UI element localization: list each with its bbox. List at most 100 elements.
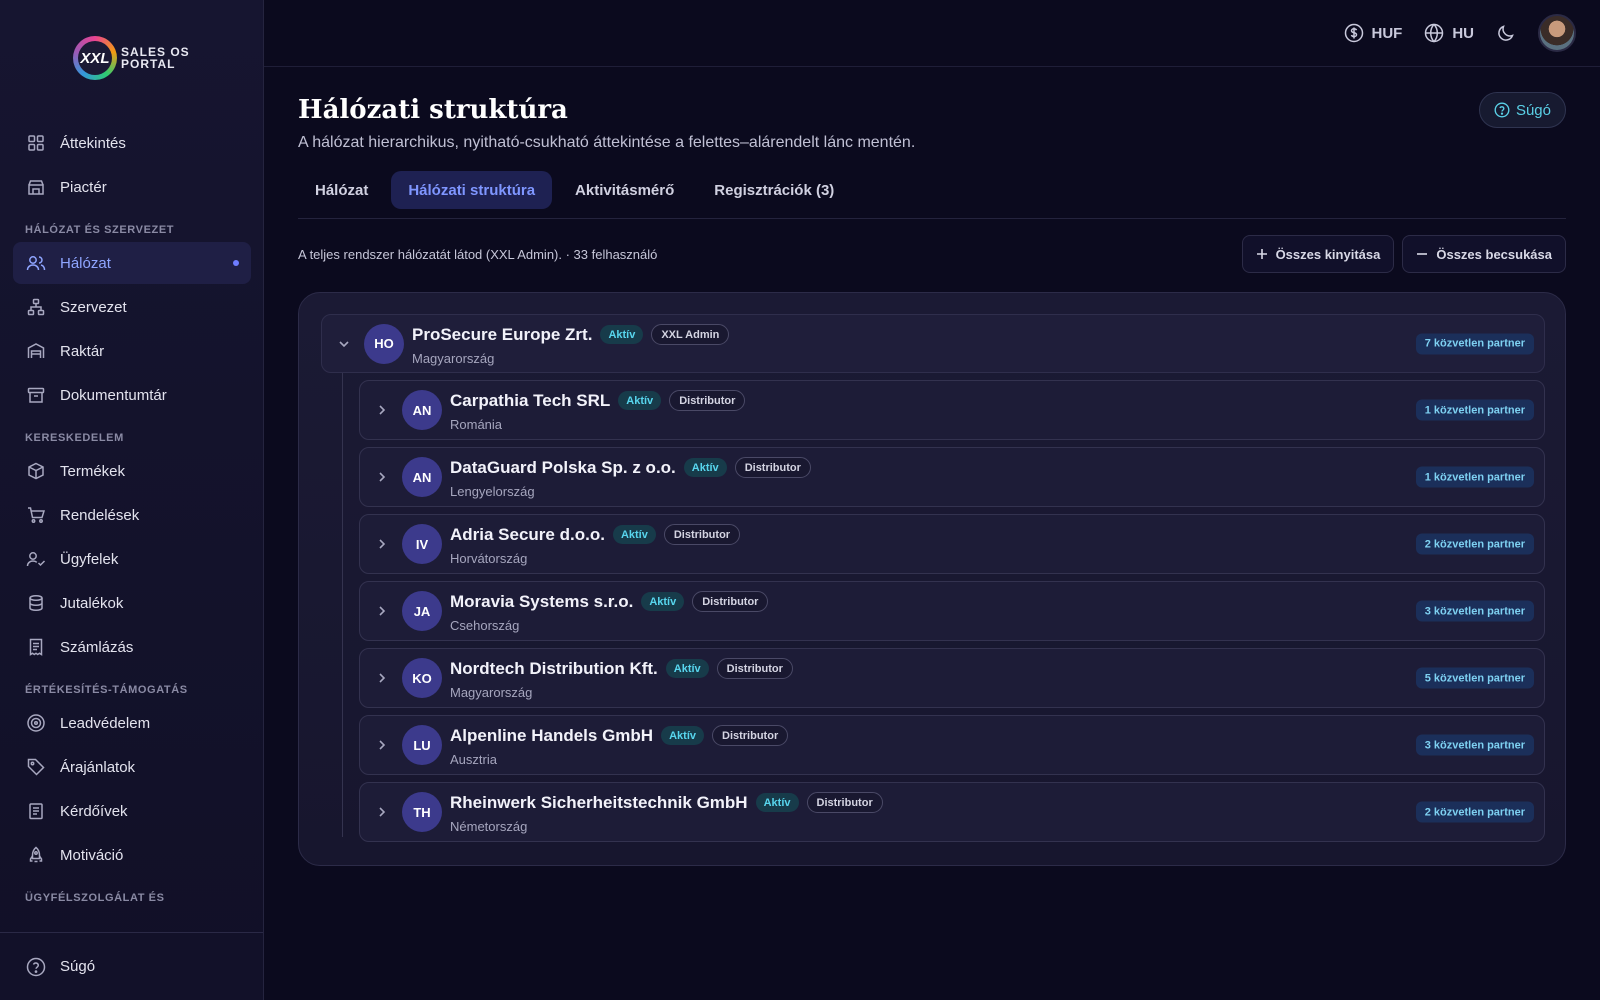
sidebar-item-termekek[interactable]: Termékek <box>13 450 251 492</box>
tab-halozati-struktura[interactable]: Hálózati struktúra <box>391 171 553 209</box>
node-country: Románia <box>450 417 503 432</box>
sidebar-item-kerdoivek[interactable]: Kérdőívek <box>13 790 251 832</box>
node-header: Rheinwerk Sicherheitstechnik GmbH Aktív … <box>450 792 883 813</box>
tree-root-node[interactable]: HO ProSecure Europe Zrt. Aktív XXL Admin… <box>321 314 1545 373</box>
sidebar: XXL SALES OS PORTAL Áttekintés Piactér H… <box>0 0 264 1000</box>
help-button[interactable]: Súgó <box>1478 92 1566 128</box>
chevron-right-icon[interactable] <box>374 469 390 485</box>
sidebar-item-halozat[interactable]: Hálózat <box>13 242 251 284</box>
sidebar-item-szervezet[interactable]: Szervezet <box>13 286 251 328</box>
sidebar-item-label: Raktár <box>60 342 105 360</box>
currency-label: HUF <box>1371 24 1403 42</box>
sidebar-item-raktar[interactable]: Raktár <box>13 330 251 372</box>
chevron-right-icon[interactable] <box>374 670 390 686</box>
chevron-down-icon[interactable] <box>336 336 352 352</box>
chevron-right-icon[interactable] <box>374 737 390 753</box>
currency-switcher[interactable]: HUF <box>1344 23 1403 43</box>
users-icon <box>26 253 46 273</box>
node-country: Lengyelország <box>450 484 535 499</box>
tree-child-node[interactable]: AN Carpathia Tech SRL Aktív Distributor … <box>359 380 1545 440</box>
cart-icon <box>26 505 46 525</box>
role-badge: Distributor <box>734 457 811 478</box>
minus-icon <box>1416 248 1428 260</box>
node-name: Rheinwerk Sicherheitstechnik GmbH <box>450 792 748 812</box>
sidebar-item-piacter[interactable]: Piactér <box>13 166 251 208</box>
sidebar-item-motivacio[interactable]: Motiváció <box>13 834 251 876</box>
tree-child-node[interactable]: JA Moravia Systems s.r.o. Aktív Distribu… <box>359 581 1545 641</box>
sidebar-item-dokumentumtar[interactable]: Dokumentumtár <box>13 374 251 416</box>
expand-all-label: Összes kinyitása <box>1275 246 1381 262</box>
brand-logo[interactable]: XXL SALES OS PORTAL <box>73 36 190 80</box>
sidebar-item-szamlazas[interactable]: Számlázás <box>13 626 251 668</box>
tree-child-node[interactable]: LU Alpenline Handels GmbH Aktív Distribu… <box>359 715 1545 775</box>
sidebar-nav: Áttekintés Piactér HÁLÓZAT ÉS SZERVEZET … <box>13 122 251 910</box>
tree-child-node[interactable]: KO Nordtech Distribution Kft. Aktív Dist… <box>359 648 1545 708</box>
theme-toggle[interactable] <box>1496 23 1516 43</box>
status-badge: Aktív <box>683 458 727 477</box>
node-header: ProSecure Europe Zrt. Aktív XXL Admin <box>412 324 730 345</box>
node-avatar: LU <box>402 725 442 765</box>
sidebar-item-jutalekok[interactable]: Jutalékok <box>13 582 251 624</box>
chevron-right-icon[interactable] <box>374 536 390 552</box>
org-chart-icon <box>26 297 46 317</box>
tab-aktivitasmero[interactable]: Aktivitásmérő <box>558 171 691 209</box>
partner-count-badge: 1 közvetlen partner <box>1415 399 1534 421</box>
partner-count-badge: 7 közvetlen partner <box>1415 333 1534 354</box>
sidebar-item-arajanlatok[interactable]: Árajánlatok <box>13 746 251 788</box>
tree-child-node[interactable]: AN DataGuard Polska Sp. z o.o. Aktív Dis… <box>359 447 1545 507</box>
sidebar-item-label: Szervezet <box>60 298 127 316</box>
node-header: Alpenline Handels GmbH Aktív Distributor <box>450 725 789 746</box>
active-indicator-dot <box>233 260 239 266</box>
dollar-circle-icon <box>1344 23 1364 43</box>
chevron-right-icon[interactable] <box>374 603 390 619</box>
partner-count-badge: 3 közvetlen partner <box>1415 600 1534 622</box>
page-subtitle: A hálózat hierarchikus, nyitható-csukhat… <box>298 134 916 151</box>
sidebar-item-rendelesek[interactable]: Rendelések <box>13 494 251 536</box>
tab-regisztraciok[interactable]: Regisztrációk (3) <box>697 171 851 209</box>
warehouse-icon <box>26 341 46 361</box>
logo-text: SALES OS PORTAL <box>121 46 190 70</box>
expand-all-button[interactable]: Összes kinyitása <box>1241 235 1395 273</box>
node-name: Nordtech Distribution Kft. <box>450 658 658 678</box>
partner-count-badge: 2 közvetlen partner <box>1415 533 1534 555</box>
tree-child-node[interactable]: IV Adria Secure d.o.o. Aktív Distributor… <box>359 514 1545 574</box>
tree-connector-line <box>342 373 343 837</box>
partner-count-badge: 2 közvetlen partner <box>1415 801 1534 823</box>
user-avatar[interactable] <box>1538 14 1576 52</box>
tab-halozat[interactable]: Hálózat <box>298 171 385 209</box>
info-row: A teljes rendszer hálózatát látod (XXL A… <box>298 234 1566 274</box>
node-name: DataGuard Polska Sp. z o.o. <box>450 457 676 477</box>
node-name: Alpenline Handels GmbH <box>450 725 654 745</box>
node-avatar: HO <box>364 323 404 364</box>
sidebar-item-label: Motiváció <box>60 846 124 864</box>
moon-icon <box>1496 23 1516 43</box>
status-badge: Aktív <box>641 592 685 611</box>
sidebar-item-label: Rendelések <box>60 506 140 524</box>
sidebar-item-leadvedelem[interactable]: Leadvédelem <box>13 702 251 744</box>
collapse-all-button[interactable]: Összes becsukása <box>1402 235 1566 273</box>
tree-child-node[interactable]: TH Rheinwerk Sicherheitstechnik GmbH Akt… <box>359 782 1545 842</box>
globe-icon <box>1424 23 1444 43</box>
help-button-label: Súgó <box>1515 101 1551 119</box>
node-name: Moravia Systems s.r.o. <box>450 591 634 611</box>
chevron-right-icon[interactable] <box>374 804 390 820</box>
role-badge: XXL Admin <box>651 324 730 345</box>
sidebar-item-attekintes[interactable]: Áttekintés <box>13 122 251 164</box>
node-avatar: AN <box>402 457 442 497</box>
logo-line-2: PORTAL <box>121 57 176 71</box>
tab-bar: Hálózat Hálózati struktúra Aktivitásmérő… <box>298 171 1566 219</box>
network-scope-info: A teljes rendszer hálózatát látod (XXL A… <box>298 246 658 262</box>
node-country: Ausztria <box>450 752 497 767</box>
sidebar-item-ugyfelek[interactable]: Ügyfelek <box>13 538 251 580</box>
tag-icon <box>26 757 46 777</box>
grid-icon <box>26 133 46 153</box>
node-country: Horvátország <box>450 551 528 566</box>
node-avatar: KO <box>402 658 442 698</box>
logo-mark-icon: XXL <box>73 36 117 80</box>
sidebar-item-label: Ügyfelek <box>60 550 119 568</box>
sidebar-section-title: KERESKEDELEM <box>25 432 124 444</box>
language-switcher[interactable]: HU <box>1424 23 1474 43</box>
sidebar-help-button[interactable]: Súgó <box>0 932 263 1000</box>
chevron-right-icon[interactable] <box>374 402 390 418</box>
node-avatar: AN <box>402 390 442 430</box>
